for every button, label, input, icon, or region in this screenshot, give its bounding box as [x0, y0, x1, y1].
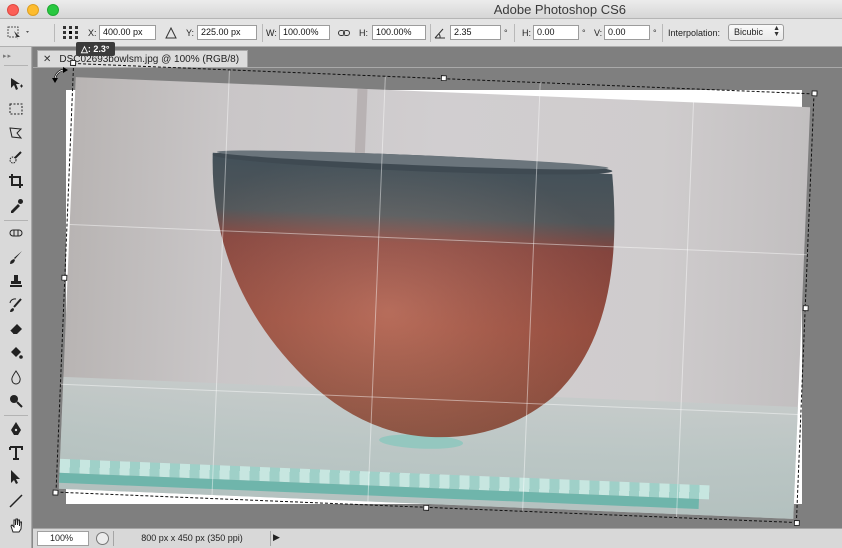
status-info-arrow-icon[interactable]: ▶ — [273, 532, 280, 543]
h-skew-label: H: — [522, 28, 531, 38]
angle-degree-unit: ° — [504, 28, 508, 38]
interpolation-select[interactable]: Bicubic ▲ ▼ — [728, 24, 784, 41]
app-title: Adobe Photoshop CS6 — [493, 2, 626, 17]
move-tool-icon[interactable] — [5, 74, 27, 94]
eyedropper-tool-icon[interactable] — [5, 196, 27, 216]
eraser-tool-icon[interactable] — [5, 319, 27, 339]
bowl-image — [212, 150, 615, 449]
close-document-icon[interactable]: ✕ — [43, 54, 51, 65]
rotate-angle-field[interactable]: 2.35 — [450, 25, 501, 40]
tools-panel: ▸▸ — [0, 47, 32, 548]
y-position-field[interactable]: 225.00 px — [197, 25, 257, 40]
h-skew-degree-unit: ° — [582, 28, 586, 38]
status-menu-icon[interactable] — [96, 532, 109, 545]
x-position-field[interactable]: 400.00 px — [99, 25, 156, 40]
transform-tool-preset-icon[interactable] — [6, 19, 32, 47]
clone-stamp-tool-icon[interactable] — [5, 271, 27, 291]
crop-tool-icon[interactable] — [5, 171, 27, 191]
path-selection-tool-icon[interactable] — [5, 467, 27, 487]
brush-tool-icon[interactable] — [5, 247, 27, 267]
hand-tool-icon[interactable] — [5, 515, 27, 535]
document-tab[interactable]: ✕ DSC02693bowlsm.jpg @ 100% (RGB/8) — [37, 50, 249, 67]
dodge-tool-icon[interactable] — [5, 391, 27, 411]
options-bar: X: 400.00 px Y: 225.00 px W: 100.00% H: … — [0, 19, 842, 47]
line-tool-icon[interactable] — [5, 491, 27, 511]
zoom-level-field[interactable]: 100% — [37, 531, 89, 546]
v-skew-label: V: — [594, 28, 603, 38]
interpolation-label: Interpolation: — [668, 28, 721, 38]
interpolation-value: Bicubic — [734, 27, 764, 37]
rotation-angle-tooltip: △: 2.3° — [76, 42, 115, 56]
h-label: H: — [359, 28, 368, 38]
paint-bucket-tool-icon[interactable] — [5, 343, 27, 363]
healing-brush-tool-icon[interactable] — [5, 223, 27, 243]
title-bar: Adobe Photoshop CS6 — [0, 0, 842, 19]
vertical-skew-field[interactable]: 0.00 — [604, 25, 650, 40]
status-bar: 100% 800 px x 450 px (350 ppi) ▶ — [33, 528, 842, 548]
height-field[interactable]: 100.00% — [372, 25, 426, 40]
lasso-tool-icon[interactable] — [5, 123, 27, 143]
marquee-tool-icon[interactable] — [5, 99, 27, 119]
link-icon[interactable] — [338, 19, 350, 47]
history-brush-tool-icon[interactable] — [5, 295, 27, 315]
w-label: W: — [266, 28, 277, 38]
y-label: Y: — [186, 28, 195, 38]
select-arrows-icon: ▲ ▼ — [773, 25, 780, 38]
relative-position-icon[interactable] — [165, 19, 177, 47]
v-skew-degree-unit: ° — [653, 28, 657, 38]
type-tool-icon[interactable] — [5, 443, 27, 463]
document-info: 800 px x 450 px (350 ppi) — [113, 531, 271, 546]
rotate-angle-icon — [434, 19, 446, 47]
horizontal-skew-field[interactable]: 0.00 — [533, 25, 579, 40]
quick-selection-tool-icon[interactable] — [5, 147, 27, 167]
blur-tool-icon[interactable] — [5, 367, 27, 387]
photo-layer[interactable] — [58, 77, 811, 519]
rotate-cursor-icon — [52, 67, 68, 83]
panel-grip-icon[interactable]: ▸▸ — [3, 52, 12, 60]
pen-tool-icon[interactable] — [5, 419, 27, 439]
width-field[interactable]: 100.00% — [279, 25, 330, 40]
